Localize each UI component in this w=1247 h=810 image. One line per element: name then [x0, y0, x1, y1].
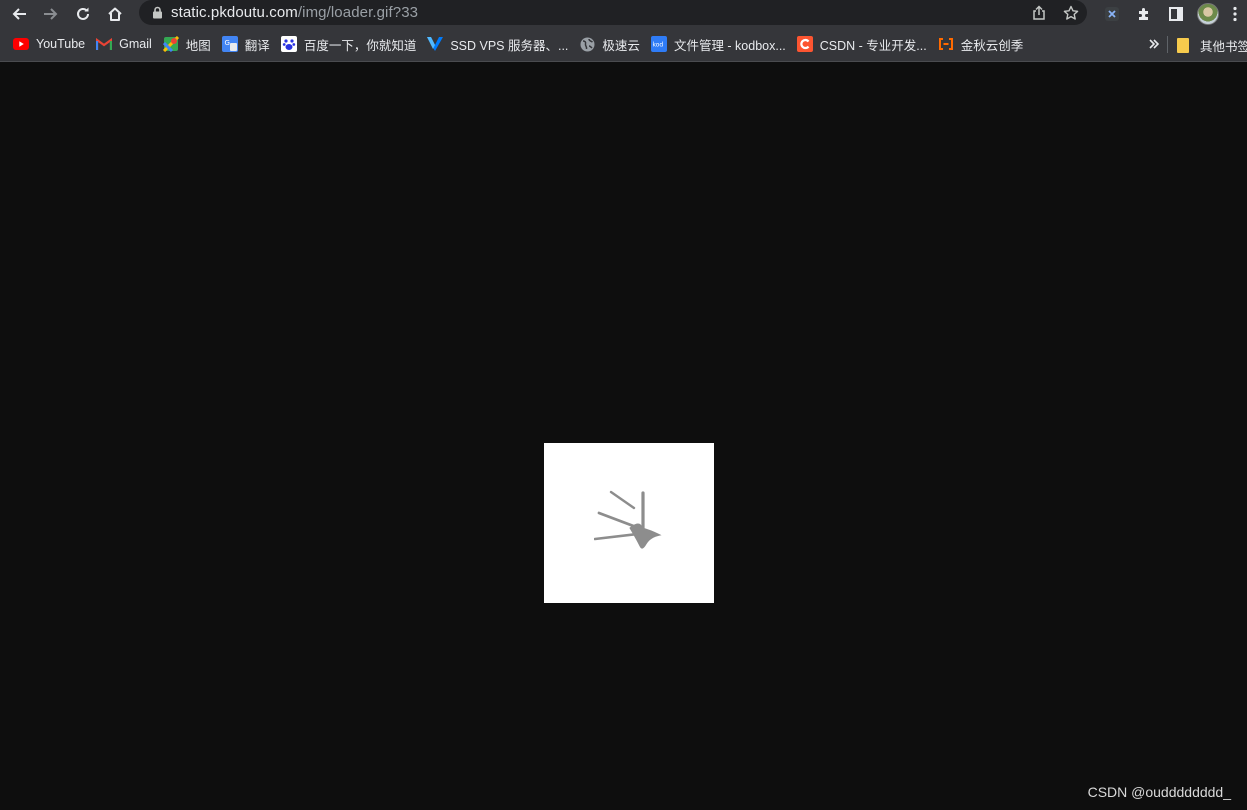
url-host: static.pkdoutu.com — [171, 4, 298, 21]
address-bar[interactable]: static.pkdoutu.com/img/loader.gif?33 — [139, 0, 1087, 25]
svg-text:kod: kod — [652, 42, 663, 49]
bookmark-kodbox[interactable]: kod 文件管理 - kodbox... — [648, 30, 793, 58]
maps-icon — [162, 36, 179, 52]
csdn-watermark: CSDN @oudddddddd_ — [1087, 784, 1231, 800]
chevron-double-right-icon — [1149, 39, 1159, 49]
bookmark-youtube[interactable]: YouTube — [10, 30, 92, 58]
bookmark-star-icon[interactable] — [1061, 3, 1081, 23]
puzzle-icon — [1139, 7, 1148, 20]
bookmark-label: 文件管理 - kodbox... — [673, 38, 786, 53]
bookmark-label: 翻译 — [244, 38, 270, 53]
home-button[interactable] — [99, 0, 131, 27]
url-path: /img/loader.gif?33 — [297, 4, 419, 21]
bookmark-aliyun[interactable]: 金秋云创季 — [935, 30, 1031, 58]
bookmark-translate[interactable]: G 翻译 — [219, 30, 277, 58]
reload-icon — [77, 7, 89, 20]
extension-area — [1096, 0, 1246, 27]
translate-icon: G — [221, 36, 238, 52]
csdn-icon — [796, 36, 813, 52]
bookmark-label: YouTube — [36, 37, 86, 51]
bookmark-baidu[interactable]: 百度一下，你就知道 — [278, 30, 424, 58]
bookmark-label: SSD VPS 服务器、... — [450, 38, 569, 53]
extension-x-icon — [1105, 6, 1119, 21]
forward-button[interactable] — [35, 0, 67, 27]
youtube-icon — [13, 36, 29, 52]
other-bookmarks-label: 其他书签 — [1200, 39, 1247, 54]
reload-button[interactable] — [67, 0, 99, 27]
bookmark-label: 极速云 — [602, 38, 640, 53]
side-panel-icon — [1169, 6, 1183, 21]
svg-text:G: G — [224, 39, 229, 47]
kodbox-icon: kod — [650, 36, 667, 52]
back-button[interactable] — [3, 0, 35, 27]
bookmark-label: 地图 — [185, 38, 211, 53]
bookmark-vultr[interactable]: SSD VPS 服务器、... — [424, 30, 575, 58]
menu-button[interactable] — [1224, 0, 1246, 27]
baidu-icon — [280, 36, 297, 52]
bookmarks-bar: YouTube Gmail 地图 G 翻译 百度一下，你就知道 SSD VPS … — [0, 27, 1247, 62]
bookmark-jisuyun[interactable]: 极速云 — [576, 30, 647, 58]
vultr-icon — [427, 36, 444, 52]
bookmark-maps[interactable]: 地图 — [160, 30, 218, 58]
address-bar-actions — [1029, 0, 1081, 25]
extensions-button[interactable] — [1128, 0, 1160, 27]
bookmark-csdn[interactable]: CSDN - 专业开发... — [794, 30, 934, 58]
more-bookmarks-button[interactable] — [1145, 35, 1163, 53]
folder-icon — [1175, 37, 1191, 53]
bookmark-label: 百度一下，你就知道 — [303, 38, 417, 53]
other-bookmarks-folder[interactable]: 其他书签 — [1175, 31, 1247, 59]
loader-image[interactable] — [544, 443, 714, 603]
loader-spinner-icon — [594, 490, 662, 549]
home-icon — [108, 7, 122, 21]
share-icon[interactable] — [1029, 3, 1049, 23]
bookmark-gmail[interactable]: Gmail — [93, 30, 159, 58]
extension-x-button[interactable] — [1096, 0, 1128, 27]
bookmarks-separator — [1167, 36, 1168, 53]
avatar — [1197, 2, 1219, 25]
bookmark-label: 金秋云创季 — [960, 38, 1024, 53]
page-viewport — [0, 63, 1247, 810]
bookmark-label: CSDN - 专业开发... — [819, 38, 927, 53]
back-arrow-icon — [12, 7, 26, 20]
profile-button[interactable] — [1192, 0, 1224, 27]
bookmark-label: Gmail — [119, 37, 152, 51]
forward-arrow-icon — [44, 7, 58, 20]
kebab-menu-icon — [1233, 6, 1237, 21]
browser-toolbar: static.pkdoutu.com/img/loader.gif?33 — [0, 0, 1247, 27]
url-text[interactable]: static.pkdoutu.com/img/loader.gif?33 — [171, 4, 418, 21]
aliyun-icon — [938, 36, 954, 52]
gmail-icon — [96, 36, 113, 52]
lock-icon[interactable] — [150, 6, 164, 20]
side-panel-button[interactable] — [1160, 0, 1192, 27]
globe-icon — [579, 36, 595, 52]
